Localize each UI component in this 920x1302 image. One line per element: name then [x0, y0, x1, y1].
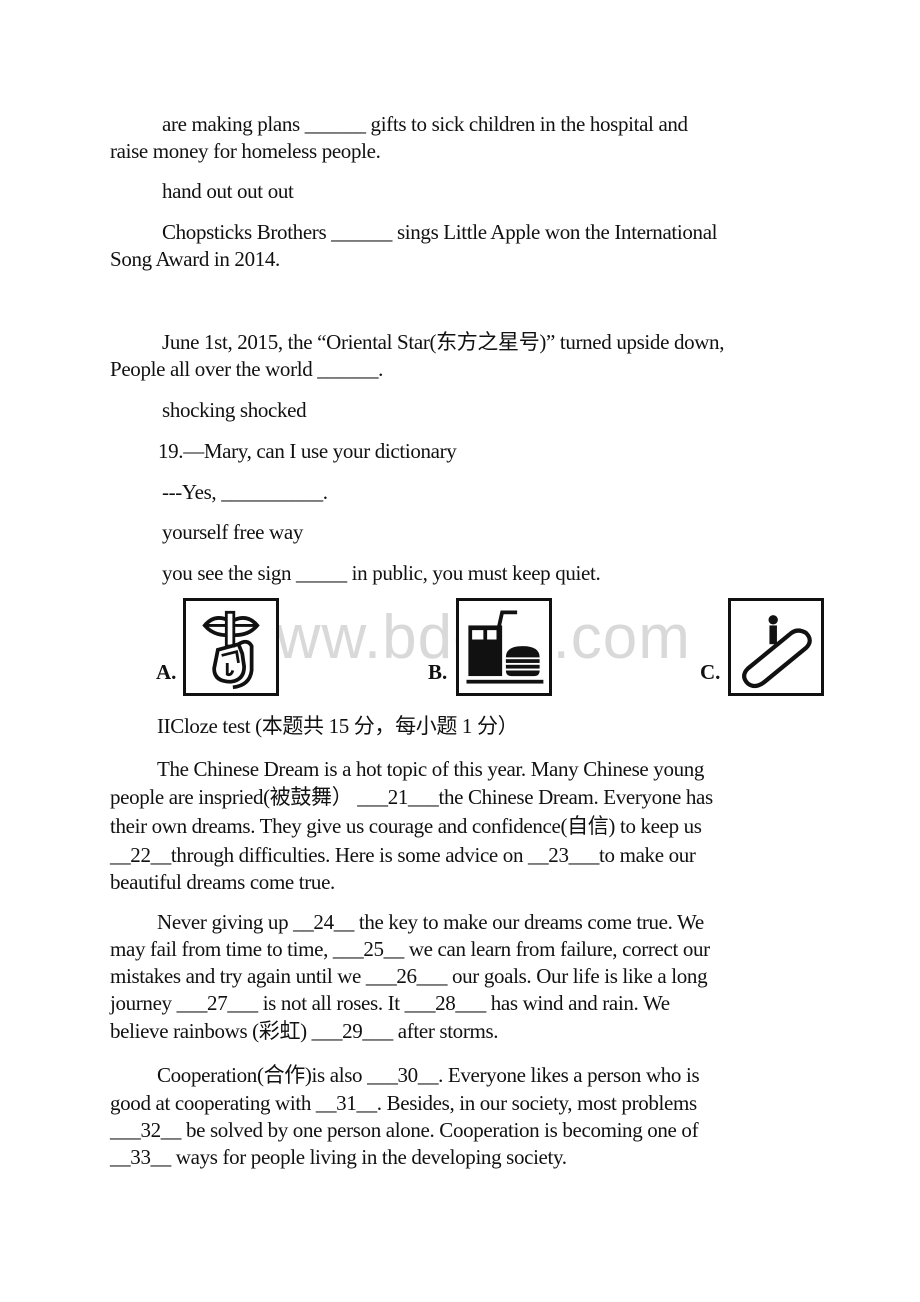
passage-line: mistakes and try again until we ___26___…: [110, 964, 708, 988]
passage-line: Never giving up __24__ the key to make o…: [157, 910, 704, 934]
question-19-answer: ---Yes, __________.: [162, 480, 328, 504]
question-text-line: are making plans ______ gifts to sick ch…: [162, 112, 688, 136]
passage-line: their own dreams. They give us courage a…: [110, 814, 702, 838]
question-text-line: Chopsticks Brothers ______ sings Little …: [162, 220, 718, 244]
sign-option-label-b: B.: [428, 660, 448, 684]
passage-line: beautiful dreams come true.: [110, 870, 335, 894]
sign-option-label-a: A.: [156, 660, 177, 684]
question-text-line: you see the sign _____ in public, you mu…: [162, 561, 601, 585]
question-options: yourself free way: [162, 520, 303, 544]
passage-line: journey ___27___ is not all roses. It __…: [110, 991, 670, 1015]
passage-line: Cooperation(合作)is also ___30__. Everyone…: [157, 1063, 700, 1087]
passage-line: __22__through difficulties. Here is some…: [110, 843, 696, 867]
question-options: shocking shocked: [162, 398, 307, 422]
section-heading: IICloze test (本题共 15 分，每小题 1 分）: [157, 714, 519, 738]
passage-line: people are inspried(被鼓舞） ___21___the Chi…: [110, 785, 713, 809]
passage-line: may fail from time to time, ___25__ we c…: [110, 937, 710, 961]
keep-quiet-sign-icon: [183, 598, 279, 696]
question-options: hand out out out: [162, 179, 294, 203]
passage-line: __33__ ways for people living in the dev…: [110, 1145, 567, 1169]
escalator-sign-icon: [728, 598, 824, 696]
sign-option-label-c: C.: [700, 660, 721, 684]
question-text-line: Song Award in 2014.: [110, 247, 280, 271]
passage-line: The Chinese Dream is a hot topic of this…: [157, 757, 705, 781]
question-text-line: raise money for homeless people.: [110, 139, 381, 163]
fast-food-sign-icon: [456, 598, 552, 696]
passage-line: ___32__ be solved by one person alone. C…: [110, 1118, 699, 1142]
question-text-line: People all over the world ______.: [110, 357, 384, 381]
passage-line: good at cooperating with __31__. Besides…: [110, 1091, 697, 1115]
question-19-text: 19.—Mary, can I use your dictionary: [158, 439, 457, 463]
question-text-line: June 1st, 2015, the “Oriental Star(东方之星号…: [162, 330, 725, 354]
passage-line: believe rainbows (彩虹) ___29___ after sto…: [110, 1019, 499, 1043]
